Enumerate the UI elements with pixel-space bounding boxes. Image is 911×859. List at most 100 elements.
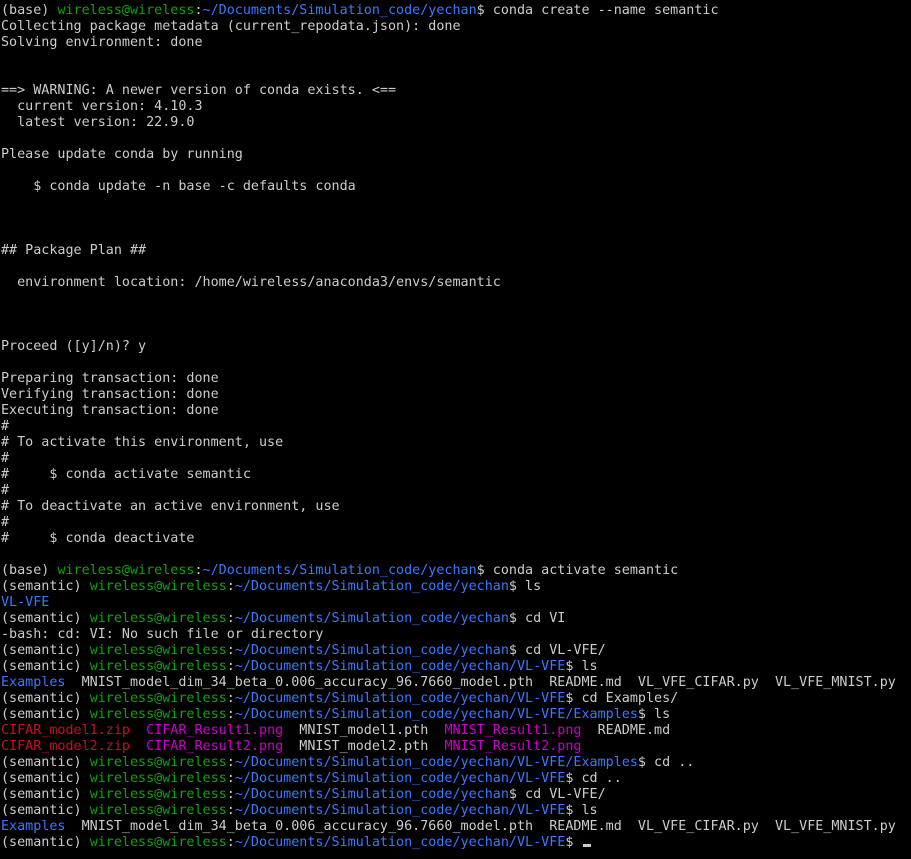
terminal-text: # $ conda deactivate xyxy=(1,531,195,546)
terminal-text: : xyxy=(226,835,235,850)
terminal-text: README.md xyxy=(581,723,671,738)
terminal-text: : xyxy=(226,643,235,658)
prompt-path: ~/Documents/Simulation_code/yechan xyxy=(234,787,509,802)
terminal-line: Verifying transaction: done xyxy=(1,387,911,403)
archive-file: CIFAR_model1.zip xyxy=(1,723,130,738)
terminal-text: : xyxy=(194,3,203,18)
terminal-line: # xyxy=(1,451,911,467)
image-file: MNIST_Result1.png xyxy=(444,723,582,738)
archive-file: CIFAR_model2.zip xyxy=(1,739,130,754)
prompt-userhost: wireless@wireless xyxy=(89,707,227,722)
prompt-userhost: wireless@wireless xyxy=(89,691,227,706)
terminal-line: ==> WARNING: A newer version of conda ex… xyxy=(1,83,911,99)
terminal-text: Proceed ([y]/n)? y xyxy=(1,339,147,354)
prompt-userhost: wireless@wireless xyxy=(57,3,195,18)
terminal-text: current version: 4.10.3 xyxy=(1,99,203,114)
terminal-text: (semantic) xyxy=(1,611,90,626)
terminal-text: Solving environment: done xyxy=(1,35,203,50)
terminal-text: (semantic) xyxy=(1,803,90,818)
terminal-text: (semantic) xyxy=(1,787,90,802)
terminal-text: MNIST_model1.pth xyxy=(283,723,445,738)
terminal-line: (semantic) wireless@wireless:~/Documents… xyxy=(1,611,911,627)
terminal-line: (semantic) wireless@wireless:~/Documents… xyxy=(1,771,911,787)
terminal-line: (semantic) wireless@wireless:~/Documents… xyxy=(1,803,911,819)
terminal-text: $ conda create --name semantic xyxy=(476,3,719,18)
terminal-text: (base) xyxy=(1,3,58,18)
terminal-line: # $ conda deactivate xyxy=(1,531,911,547)
terminal-text: ## Package Plan ## xyxy=(1,243,147,258)
terminal-line: (semantic) wireless@wireless:~/Documents… xyxy=(1,691,911,707)
prompt-userhost: wireless@wireless xyxy=(57,563,195,578)
terminal-line: environment location: /home/wireless/ana… xyxy=(1,275,911,291)
terminal-text: $ xyxy=(565,835,582,850)
prompt-userhost: wireless@wireless xyxy=(89,659,227,674)
terminal-line: # xyxy=(1,483,911,499)
terminal-text: (semantic) xyxy=(1,835,90,850)
terminal-text: (semantic) xyxy=(1,643,90,658)
terminal-text: MNIST_model_dim_34_beta_0.006_accuracy_9… xyxy=(65,675,896,690)
terminal-text: # xyxy=(1,419,10,434)
terminal-text: : xyxy=(226,691,235,706)
image-file: CIFAR_Result1.png xyxy=(146,723,284,738)
terminal-line: Please update conda by running xyxy=(1,147,911,163)
prompt-path: ~/Documents/Simulation_code/yechan xyxy=(234,579,509,594)
image-file: MNIST_Result2.png xyxy=(444,739,582,754)
directory-entry: Examples xyxy=(1,819,66,834)
terminal-line: Examples MNIST_model_dim_34_beta_0.006_a… xyxy=(1,675,911,691)
terminal-text: : xyxy=(226,707,235,722)
terminal-line: # To activate this environment, use xyxy=(1,435,911,451)
text-cursor xyxy=(583,844,592,847)
prompt-userhost: wireless@wireless xyxy=(89,579,227,594)
prompt-path: ~/Documents/Simulation_code/yechan/VL-VF… xyxy=(234,691,566,706)
terminal-line: Executing transaction: done xyxy=(1,403,911,419)
terminal-line: Preparing transaction: done xyxy=(1,371,911,387)
terminal-line: -bash: cd: VI: No such file or directory xyxy=(1,627,911,643)
terminal-text: Executing transaction: done xyxy=(1,403,219,418)
terminal-text: : xyxy=(226,803,235,818)
terminal-text: environment location: /home/wireless/ana… xyxy=(1,275,501,290)
prompt-path: ~/Documents/Simulation_code/yechan/VL-VF… xyxy=(234,803,566,818)
image-file: CIFAR_Result2.png xyxy=(146,739,284,754)
terminal-line: Proceed ([y]/n)? y xyxy=(1,339,911,355)
terminal-text: (semantic) xyxy=(1,707,90,722)
terminal-text: : xyxy=(226,755,235,770)
terminal-text: ==> WARNING: A newer version of conda ex… xyxy=(1,83,397,98)
terminal-text: (semantic) xyxy=(1,659,90,674)
terminal-line: (semantic) wireless@wireless:~/Documents… xyxy=(1,707,911,723)
terminal-text: MNIST_model2.pth xyxy=(283,739,445,754)
terminal-text: (semantic) xyxy=(1,579,90,594)
prompt-userhost: wireless@wireless xyxy=(89,803,227,818)
terminal-line: current version: 4.10.3 xyxy=(1,99,911,115)
terminal-line: (semantic) wireless@wireless:~/Documents… xyxy=(1,835,911,851)
terminal-line: (semantic) wireless@wireless:~/Documents… xyxy=(1,787,911,803)
terminal-text: Verifying transaction: done xyxy=(1,387,219,402)
terminal-line: Solving environment: done xyxy=(1,35,911,51)
terminal-line: # $ conda activate semantic xyxy=(1,467,911,483)
terminal-text: $ cd .. xyxy=(565,771,622,786)
terminal-line: (semantic) wireless@wireless:~/Documents… xyxy=(1,659,911,675)
terminal-line: latest version: 22.9.0 xyxy=(1,115,911,131)
prompt-path: ~/Documents/Simulation_code/yechan xyxy=(202,563,477,578)
prompt-path: ~/Documents/Simulation_code/yechan xyxy=(202,3,477,18)
terminal-text: : xyxy=(226,579,235,594)
prompt-path: ~/Documents/Simulation_code/yechan xyxy=(234,611,509,626)
terminal-text: # $ conda activate semantic xyxy=(1,467,251,482)
prompt-path: ~/Documents/Simulation_code/yechan/VL-VF… xyxy=(234,707,638,722)
terminal-line: CIFAR_model2.zip CIFAR_Result2.png MNIST… xyxy=(1,739,911,755)
terminal-text: $ cd VL-VFE/ xyxy=(508,643,606,658)
terminal-window[interactable]: (base) wireless@wireless:~/Documents/Sim… xyxy=(0,0,911,859)
terminal-line: Collecting package metadata (current_rep… xyxy=(1,19,911,35)
terminal-text: $ conda update -n base -c defaults conda xyxy=(1,179,356,194)
terminal-text: (semantic) xyxy=(1,691,90,706)
directory-entry: Examples xyxy=(1,675,66,690)
terminal-line: (semantic) wireless@wireless:~/Documents… xyxy=(1,643,911,659)
terminal-text: latest version: 22.9.0 xyxy=(1,115,195,130)
